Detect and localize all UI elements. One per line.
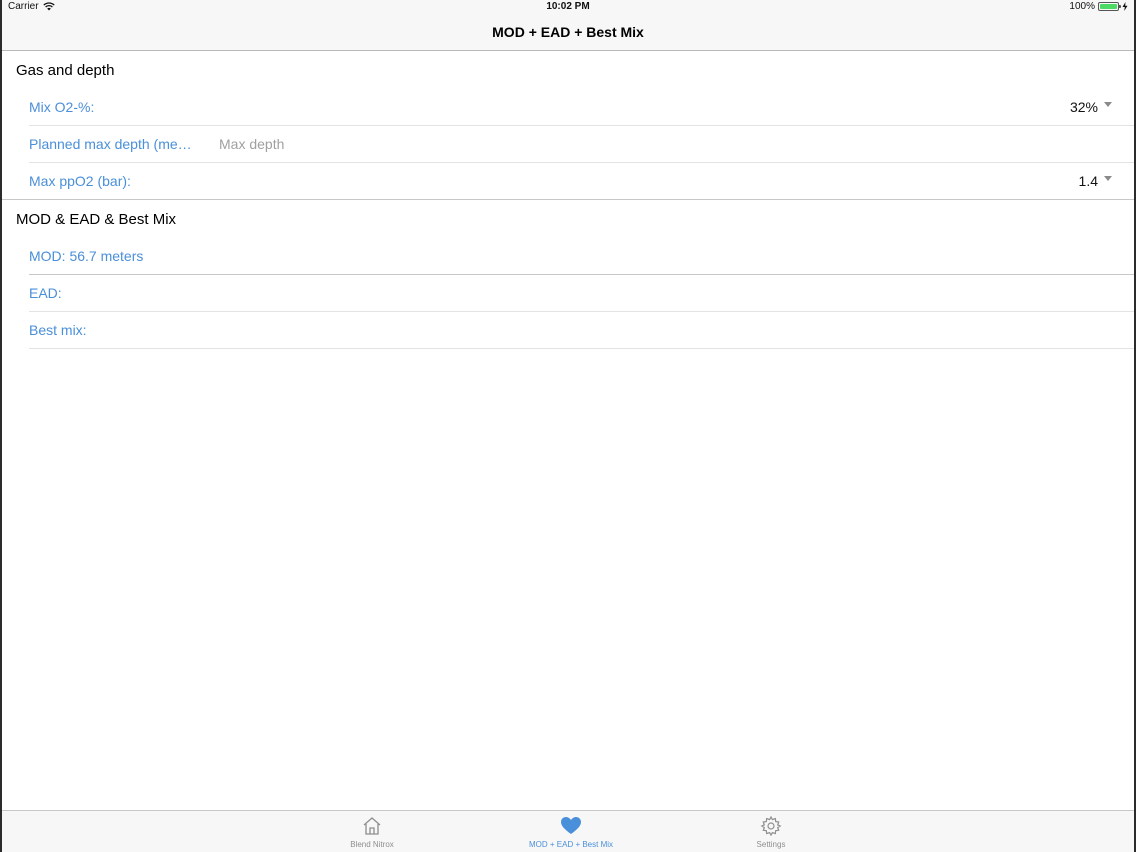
- max-depth-input[interactable]: Max depth: [219, 136, 284, 152]
- mix-o2-value: 32%: [1069, 99, 1098, 115]
- best-mix-row: Best mix:: [29, 312, 1134, 349]
- screen: Carrier 10:02 PM 100% MOD + EAD + Best M…: [0, 0, 1136, 852]
- max-ppo2-picker[interactable]: 1.4: [1079, 163, 1112, 199]
- mix-o2-picker[interactable]: 32%: [1070, 89, 1112, 125]
- tab-label: Blend Nitrox: [350, 840, 394, 849]
- tab-label: Settings: [756, 840, 786, 849]
- status-right: 100%: [1069, 1, 1128, 12]
- ead-row: EAD:: [29, 275, 1134, 312]
- battery-percent: 100%: [1069, 1, 1095, 12]
- tab-bar: Blend Nitrox MOD + EAD + Best Mix Settin…: [2, 810, 1134, 852]
- section-header-results: MOD & EAD & Best Mix: [16, 210, 177, 228]
- battery-icon: [1098, 2, 1121, 11]
- dropdown-caret-icon: [1104, 102, 1112, 107]
- charging-icon: [1122, 2, 1128, 11]
- dropdown-caret-icon: [1104, 176, 1112, 181]
- mix-o2-row[interactable]: Mix O2-%: 32%: [29, 89, 1134, 126]
- tab-label: MOD + EAD + Best Mix: [528, 840, 614, 849]
- ead-result: EAD:: [29, 285, 62, 301]
- tab-mod-ead[interactable]: MOD + EAD + Best Mix: [501, 815, 641, 849]
- max-ppo2-label: Max ppO2 (bar):: [29, 173, 131, 189]
- max-ppo2-value: 1.4: [1078, 173, 1098, 189]
- max-depth-label: Planned max depth (meters):: [29, 136, 195, 152]
- section-header-gas: Gas and depth: [16, 61, 115, 79]
- status-time: 10:02 PM: [546, 1, 590, 12]
- home-icon: [363, 817, 381, 835]
- max-ppo2-row[interactable]: Max ppO2 (bar): 1.4: [2, 163, 1134, 200]
- page-title: MOD + EAD + Best Mix: [492, 23, 644, 40]
- mod-result: MOD: 56.7 meters: [29, 248, 144, 264]
- mod-row: MOD: 56.7 meters: [29, 238, 1134, 275]
- navigation-bar: MOD + EAD + Best Mix: [2, 13, 1134, 51]
- gear-icon: [760, 815, 782, 837]
- status-bar: Carrier 10:02 PM 100%: [2, 0, 1134, 13]
- tab-blend-nitrox[interactable]: Blend Nitrox: [302, 815, 442, 849]
- heart-icon: [561, 817, 581, 834]
- mix-o2-label: Mix O2-%:: [29, 99, 95, 115]
- tab-settings[interactable]: Settings: [701, 815, 841, 849]
- best-mix-result: Best mix:: [29, 322, 87, 338]
- max-depth-row[interactable]: Planned max depth (meters): Max depth: [29, 126, 1134, 163]
- form-content: Gas and depth Mix O2-%: 32% Planned max …: [2, 51, 1134, 349]
